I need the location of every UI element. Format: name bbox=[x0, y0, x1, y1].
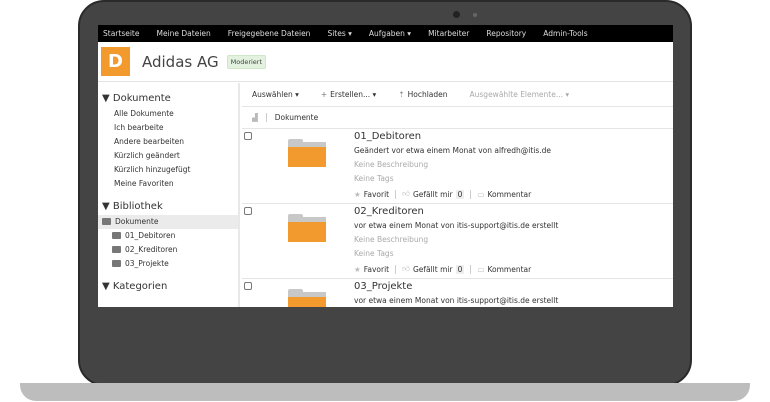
item-description: Keine Beschreibung bbox=[354, 235, 429, 244]
sidebar-item-kuerzlich-geaendert[interactable]: Kürzlich geändert bbox=[98, 149, 238, 163]
item-meta: vor etwa einem Monat von itis-support@it… bbox=[354, 221, 559, 230]
row-checkbox[interactable] bbox=[244, 282, 252, 290]
nav-sites[interactable]: Sites ▾ bbox=[327, 29, 351, 38]
like-count: 0 bbox=[455, 189, 465, 199]
selected-items-button[interactable]: Ausgewählte Elemente... ▾ bbox=[470, 90, 570, 99]
folder-icon bbox=[112, 232, 121, 239]
favorite-button[interactable]: Favorit bbox=[364, 265, 389, 274]
plus-icon: + bbox=[320, 90, 328, 99]
nav-freigegebene-dateien[interactable]: Freigegebene Dateien bbox=[228, 29, 311, 38]
item-info: 01_Debitoren Geändert vor etwa einem Mon… bbox=[354, 131, 551, 199]
sidebar-item-meine-favoriten[interactable]: Meine Favoriten bbox=[98, 177, 238, 191]
item-meta: Geändert vor etwa einem Monat von alfred… bbox=[354, 146, 552, 155]
item-name[interactable]: 03_Projekte bbox=[354, 281, 558, 292]
folder-label: 02_Kreditoren bbox=[125, 245, 178, 254]
upload-icon: ⇡ bbox=[398, 90, 405, 99]
item-actions: ★ Favorit 👍︎ Gefällt mir 0 ▭ Kommentar bbox=[354, 189, 551, 199]
site-logo: D bbox=[101, 47, 130, 76]
folder-icon bbox=[112, 260, 121, 267]
item-description: Keine Beschreibung bbox=[354, 160, 429, 169]
item-name[interactable]: 02_Kreditoren bbox=[354, 206, 558, 217]
table-row: 01_Debitoren Geändert vor etwa einem Mon… bbox=[242, 129, 673, 204]
status-badge: Moderiert bbox=[226, 54, 267, 69]
categories-heading[interactable]: ▼ Kategorien bbox=[102, 281, 238, 292]
star-icon: ★ bbox=[354, 189, 361, 199]
nav-meine-dateien[interactable]: Meine Dateien bbox=[156, 29, 210, 38]
row-checkbox[interactable] bbox=[244, 207, 252, 215]
folder-icon bbox=[112, 246, 121, 253]
sidebar-item-kuerzlich-hinzugefuegt[interactable]: Kürzlich hinzugefügt bbox=[98, 163, 238, 177]
sidebar-item-andere-bearbeiten[interactable]: Andere bearbeiten bbox=[98, 135, 238, 149]
comment-button[interactable]: Kommentar bbox=[487, 265, 531, 274]
nav-admin-tools[interactable]: Admin-Tools bbox=[543, 29, 587, 38]
thumbs-up-icon: 👍︎ bbox=[402, 264, 410, 273]
upload-label: Hochladen bbox=[407, 90, 448, 99]
folder-label: 01_Debitoren bbox=[125, 231, 176, 240]
like-count: 0 bbox=[455, 264, 465, 274]
select-button[interactable]: Auswählen ▾ bbox=[252, 90, 299, 99]
item-info: 03_Projekte vor etwa einem Monat von iti… bbox=[354, 281, 558, 305]
star-icon: ★ bbox=[354, 264, 361, 274]
comment-button[interactable]: Kommentar bbox=[487, 190, 531, 199]
create-label: Erstellen... ▾ bbox=[330, 90, 377, 99]
folder-icon bbox=[102, 218, 111, 225]
table-row: 02_Kreditoren vor etwa einem Monat von i… bbox=[242, 204, 673, 279]
site-title[interactable]: Adidas AG bbox=[142, 53, 219, 71]
item-tags: Keine Tags bbox=[354, 174, 394, 183]
screen: Startseite Meine Dateien Freigegebene Da… bbox=[98, 25, 673, 307]
nav-startseite[interactable]: Startseite bbox=[103, 29, 139, 38]
top-nav: Startseite Meine Dateien Freigegebene Da… bbox=[98, 25, 673, 42]
nav-aufgaben[interactable]: Aufgaben ▾ bbox=[369, 29, 411, 38]
row-checkbox[interactable] bbox=[244, 132, 252, 140]
upload-button[interactable]: ⇡ Hochladen bbox=[398, 90, 447, 99]
document-list: Auswählen ▾ + Erstellen... ▾ ⇡ Hochladen A… bbox=[242, 83, 673, 307]
comment-icon: ▭ bbox=[477, 264, 485, 274]
sidebar: ▼ Dokumente Alle Dokumente Ich bearbeite… bbox=[98, 83, 240, 307]
item-actions: ★ Favorit 👍︎ Gefällt mir 0 ▭ Kommentar bbox=[354, 264, 558, 274]
item-name[interactable]: 01_Debitoren bbox=[354, 131, 551, 142]
sort-icon[interactable]: ▟ bbox=[252, 113, 267, 122]
laptop-base bbox=[20, 383, 750, 401]
nav-repository[interactable]: Repository bbox=[486, 29, 526, 38]
item-meta: vor etwa einem Monat von itis-support@it… bbox=[354, 296, 559, 305]
camera bbox=[453, 11, 460, 18]
toolbar: Auswählen ▾ + Erstellen... ▾ ⇡ Hochladen A… bbox=[242, 83, 673, 107]
like-button[interactable]: Gefällt mir bbox=[413, 265, 453, 274]
library-folder-03[interactable]: 03_Projekte bbox=[98, 257, 238, 271]
table-row: 03_Projekte vor etwa einem Monat von iti… bbox=[242, 279, 673, 307]
create-button[interactable]: + Erstellen... ▾ bbox=[321, 90, 376, 99]
documents-heading[interactable]: ▼ Dokumente bbox=[102, 93, 238, 104]
favorite-button[interactable]: Favorit bbox=[364, 190, 389, 199]
thumbs-up-icon: 👍︎ bbox=[402, 189, 410, 198]
list-header: ▟ Dokumente bbox=[242, 107, 673, 129]
sidebar-item-alle-dokumente[interactable]: Alle Dokumente bbox=[98, 107, 238, 121]
folder-icon[interactable] bbox=[288, 214, 326, 242]
folder-icon[interactable] bbox=[288, 289, 326, 307]
camera-led bbox=[473, 13, 477, 17]
list-header-label: Dokumente bbox=[274, 113, 319, 122]
library-folder-01[interactable]: 01_Debitoren bbox=[98, 229, 238, 243]
like-button[interactable]: Gefällt mir bbox=[413, 190, 453, 199]
sidebar-item-ich-bearbeite[interactable]: Ich bearbeite bbox=[98, 121, 238, 135]
library-folder-02[interactable]: 02_Kreditoren bbox=[98, 243, 238, 257]
library-heading[interactable]: ▼ Bibliothek bbox=[102, 201, 238, 212]
library-root-label: Dokumente bbox=[115, 217, 159, 226]
nav-mitarbeiter[interactable]: Mitarbeiter bbox=[428, 29, 469, 38]
item-tags: Keine Tags bbox=[354, 249, 394, 258]
folder-label: 03_Projekte bbox=[125, 259, 169, 268]
folder-icon[interactable] bbox=[288, 139, 326, 167]
site-header: D Adidas AG Moderiert bbox=[98, 42, 673, 82]
library-root[interactable]: Dokumente bbox=[98, 215, 238, 229]
comment-icon: ▭ bbox=[477, 189, 485, 199]
item-info: 02_Kreditoren vor etwa einem Monat von i… bbox=[354, 206, 558, 274]
